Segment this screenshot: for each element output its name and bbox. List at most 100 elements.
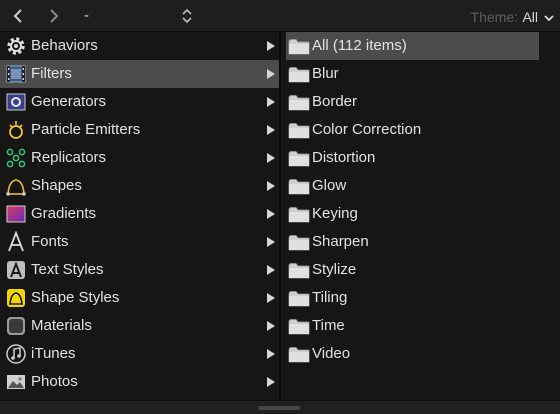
list-item-border[interactable]: Border (286, 88, 539, 116)
sidebar-item-particle-emitters[interactable]: Particle Emitters (0, 116, 279, 144)
sidebar-item-label: Fonts (31, 233, 69, 250)
sidebar-item-behaviors[interactable]: Behaviors (0, 32, 279, 60)
folder-icon (288, 150, 310, 167)
sidebar-item-fonts[interactable]: Fonts (0, 228, 279, 256)
folder-icon (288, 66, 310, 83)
list-item-label: Glow (312, 177, 347, 194)
chevron-right-icon (50, 9, 59, 23)
sidebar-item-label: Behaviors (31, 37, 98, 54)
sidebar-item-label: Particle Emitters (31, 121, 141, 138)
folder-icon (288, 346, 310, 363)
sidebar-item-label: Shape Styles (31, 289, 120, 306)
list-item-label: Video (312, 345, 351, 362)
list-item-label: Border (312, 93, 358, 110)
disclosure-arrow-icon (267, 321, 275, 331)
film-icon (5, 63, 27, 85)
chevron-left-icon (13, 9, 22, 23)
folder-icon (288, 290, 310, 307)
font-icon (5, 231, 27, 253)
sidebar-item-shapes[interactable]: Shapes (0, 172, 279, 200)
theme-popup-arrow[interactable] (543, 11, 555, 23)
particle-emitter-icon (5, 119, 27, 141)
list-item-label: Tiling (312, 289, 348, 306)
list-item-label: Color Correction (312, 121, 422, 138)
sidebar-item-text-styles[interactable]: Text Styles (0, 256, 279, 284)
theme-label: Theme: (470, 9, 518, 25)
disclosure-arrow-icon (267, 125, 275, 135)
sidebar-item-label: iTunes (31, 345, 76, 362)
material-icon (5, 315, 27, 337)
sidebar-item-label: Photos (31, 373, 78, 390)
folder-icon (288, 38, 310, 55)
list-item-time[interactable]: Time (286, 312, 539, 340)
list-item-label: Keying (312, 205, 358, 222)
subcategory-list: All (112 items) Blur Border Color Correc… (281, 32, 560, 400)
list-item-label: Blur (312, 65, 339, 82)
folder-icon (288, 318, 310, 335)
sidebar-item-replicators[interactable]: Replicators (0, 144, 279, 172)
folder-icon (288, 122, 310, 139)
list-item-color-correction[interactable]: Color Correction (286, 116, 539, 144)
sidebar-item-materials[interactable]: Materials (0, 312, 279, 340)
sidebar-item-gradients[interactable]: Gradients (0, 200, 279, 228)
list-item-blur[interactable]: Blur (286, 60, 539, 88)
music-note-icon (5, 343, 27, 365)
list-item-tiling[interactable]: Tiling (286, 284, 539, 312)
disclosure-arrow-icon (267, 209, 275, 219)
resize-handle[interactable] (258, 406, 300, 410)
text-style-icon (5, 259, 27, 281)
generator-icon (5, 91, 27, 113)
category-list: Behaviors Filters Generators Particle Em… (0, 32, 279, 400)
sidebar-item-itunes[interactable]: iTunes (0, 340, 279, 368)
sidebar-item-label: Shapes (31, 177, 82, 194)
disclosure-arrow-icon (267, 265, 275, 275)
disclosure-arrow-icon (267, 41, 275, 51)
toolbar: - Theme: All (0, 0, 560, 32)
folder-icon (288, 262, 310, 279)
forward-button[interactable] (43, 6, 63, 26)
list-item-label: Time (312, 317, 345, 334)
gradient-icon (5, 203, 27, 225)
folder-icon (288, 178, 310, 195)
disclosure-arrow-icon (267, 153, 275, 163)
list-item-video[interactable]: Video (286, 340, 539, 368)
list-item-keying[interactable]: Keying (286, 200, 539, 228)
theme-popup[interactable]: All (522, 9, 538, 25)
list-item-label: Sharpen (312, 233, 369, 250)
list-item-label: All (112 items) (312, 37, 407, 54)
sidebar-item-photos[interactable]: Photos (0, 368, 279, 396)
list-item-all[interactable]: All (112 items) (286, 32, 539, 60)
list-item-glow[interactable]: Glow (286, 172, 539, 200)
path-popup-stepper[interactable] (180, 7, 194, 25)
back-button[interactable] (9, 6, 29, 26)
disclosure-arrow-icon (267, 349, 275, 359)
list-item-stylize[interactable]: Stylize (286, 256, 539, 284)
folder-icon (288, 234, 310, 251)
up-down-chevron-icon (182, 8, 192, 24)
disclosure-arrow-icon (267, 237, 275, 247)
sidebar-item-label: Gradients (31, 205, 97, 222)
path-popup[interactable]: - (84, 7, 89, 24)
list-item-label: Stylize (312, 261, 357, 278)
sidebar-item-generators[interactable]: Generators (0, 88, 279, 116)
sidebar-item-shape-styles[interactable]: Shape Styles (0, 284, 279, 312)
shape-style-icon (5, 287, 27, 309)
list-item-sharpen[interactable]: Sharpen (286, 228, 539, 256)
disclosure-arrow-icon (267, 181, 275, 191)
shape-icon (5, 175, 27, 197)
folder-icon (288, 206, 310, 223)
chevron-down-icon (544, 15, 554, 22)
sidebar-item-label: Generators (31, 93, 107, 110)
sidebar-item-filters[interactable]: Filters (0, 60, 279, 88)
sidebar-item-label: Text Styles (31, 261, 104, 278)
sidebar-item-label: Replicators (31, 149, 107, 166)
sidebar-item-label: Materials (31, 317, 92, 334)
disclosure-arrow-icon (267, 377, 275, 387)
list-item-label: Distortion (312, 149, 376, 166)
list-item-distortion[interactable]: Distortion (286, 144, 539, 172)
replicator-icon (5, 147, 27, 169)
disclosure-arrow-icon (267, 293, 275, 303)
resize-bar (0, 400, 560, 414)
sidebar-item-label: Filters (31, 65, 72, 82)
photo-icon (5, 371, 27, 393)
